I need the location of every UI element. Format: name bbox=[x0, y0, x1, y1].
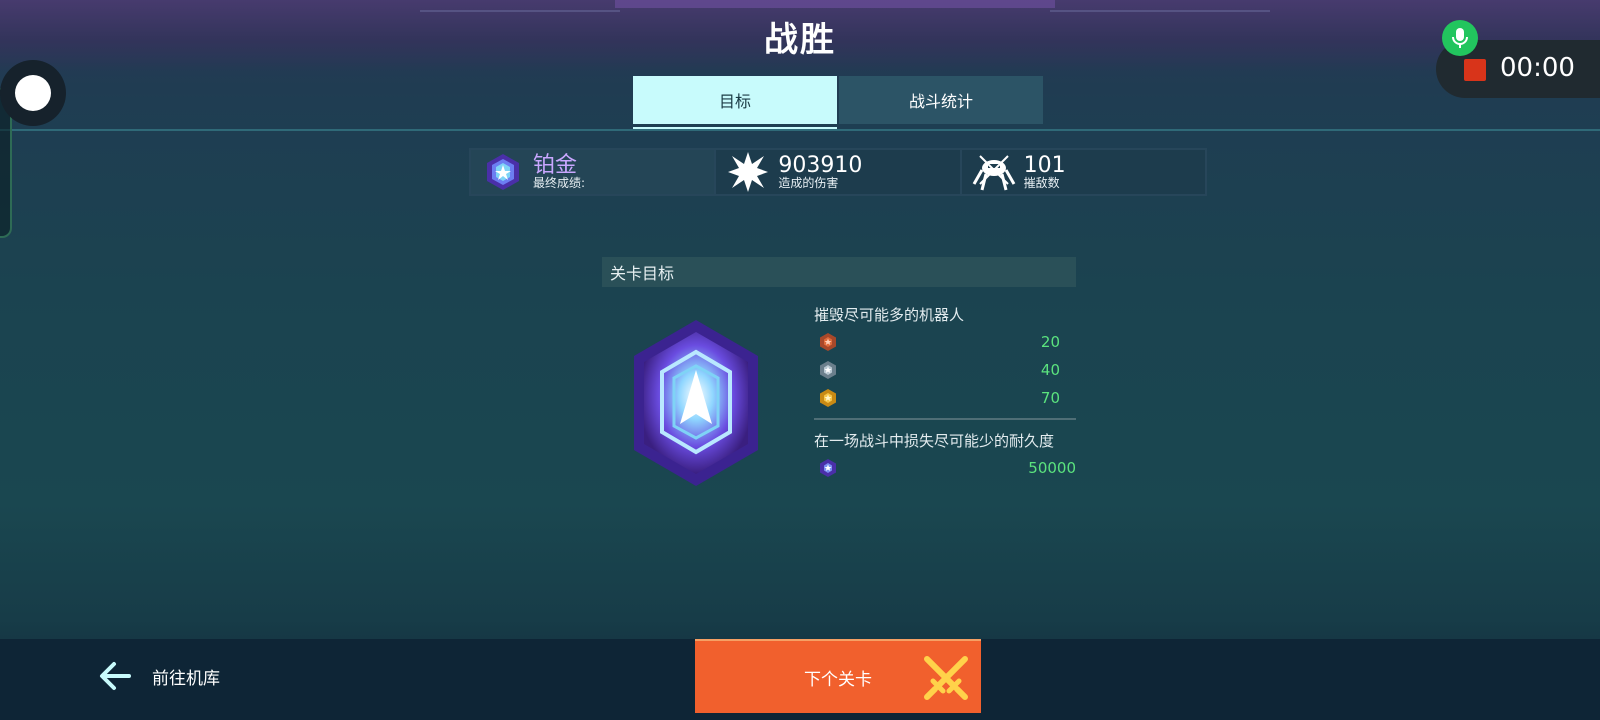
floating-ball-dot bbox=[15, 75, 51, 111]
kills-value: 101 bbox=[1023, 153, 1066, 179]
bronze-rank-icon bbox=[820, 333, 836, 351]
silver-rank-icon bbox=[820, 361, 836, 379]
platinum-rank-icon bbox=[481, 150, 525, 194]
list-item: 40 bbox=[814, 356, 1076, 384]
explosion-icon bbox=[726, 150, 770, 194]
gold-rank-icon bbox=[820, 389, 836, 407]
objectives-divider bbox=[814, 418, 1076, 420]
floating-assistive-button[interactable] bbox=[0, 60, 66, 126]
objective-durability-title: 在一场战斗中损失尽可能少的耐久度 bbox=[814, 431, 1055, 450]
next-level-label: 下个关卡 bbox=[804, 669, 872, 690]
objectives-list: 摧毁尽可能多的机器人 20 40 70 在一场战斗中损失尽可能少的耐久度 500… bbox=[814, 300, 1076, 482]
go-to-hangar-button[interactable]: 前往机库 bbox=[98, 656, 220, 696]
platinum-badge-large-icon bbox=[628, 318, 764, 488]
platinum-rank-icon bbox=[820, 459, 836, 477]
objective-value: 40 bbox=[1040, 361, 1060, 379]
stat-rank: 铂金 最终成绩: bbox=[471, 150, 717, 194]
next-level-button[interactable]: 下个关卡 bbox=[695, 639, 981, 713]
stats-bar: 铂金 最终成绩: 903910 造成的伤害 101 摧敌数 bbox=[469, 148, 1207, 196]
tab-objectives[interactable]: 目标 bbox=[633, 76, 837, 124]
microphone-button[interactable] bbox=[1442, 20, 1478, 56]
microphone-icon bbox=[1452, 28, 1468, 48]
damage-value: 903910 bbox=[778, 153, 863, 179]
stop-recording-button[interactable] bbox=[1464, 59, 1486, 81]
objectives-header: 关卡目标 bbox=[602, 257, 1076, 287]
list-item: 70 bbox=[814, 384, 1076, 412]
objective-value: 70 bbox=[1040, 389, 1060, 407]
objective-destroy-title: 摧毁尽可能多的机器人 bbox=[814, 305, 965, 324]
go-to-hangar-label: 前往机库 bbox=[152, 668, 220, 689]
rank-label: 最终成绩: bbox=[533, 176, 586, 191]
stat-kills: 101 摧敌数 bbox=[962, 150, 1205, 194]
damage-label: 造成的伤害 bbox=[778, 176, 839, 191]
header-accent bbox=[615, 0, 1055, 8]
list-item: 50000 bbox=[814, 454, 1076, 482]
objective-value: 20 bbox=[1040, 333, 1060, 351]
page-title: 战胜 bbox=[764, 20, 836, 60]
tab-battle-stats[interactable]: 战斗统计 bbox=[839, 76, 1043, 124]
list-item: 20 bbox=[814, 328, 1076, 356]
kills-label: 摧敌数 bbox=[1023, 176, 1060, 191]
tabs-divider bbox=[0, 129, 1600, 131]
rank-value: 铂金 bbox=[533, 153, 578, 179]
crossed-swords-icon bbox=[924, 656, 968, 700]
stat-damage: 903910 造成的伤害 bbox=[716, 150, 962, 194]
destroyed-robot-icon bbox=[972, 150, 1016, 194]
arrow-left-icon bbox=[100, 662, 131, 690]
recording-timer: 00:00 bbox=[1500, 53, 1575, 83]
objective-value: 50000 bbox=[1028, 459, 1076, 477]
